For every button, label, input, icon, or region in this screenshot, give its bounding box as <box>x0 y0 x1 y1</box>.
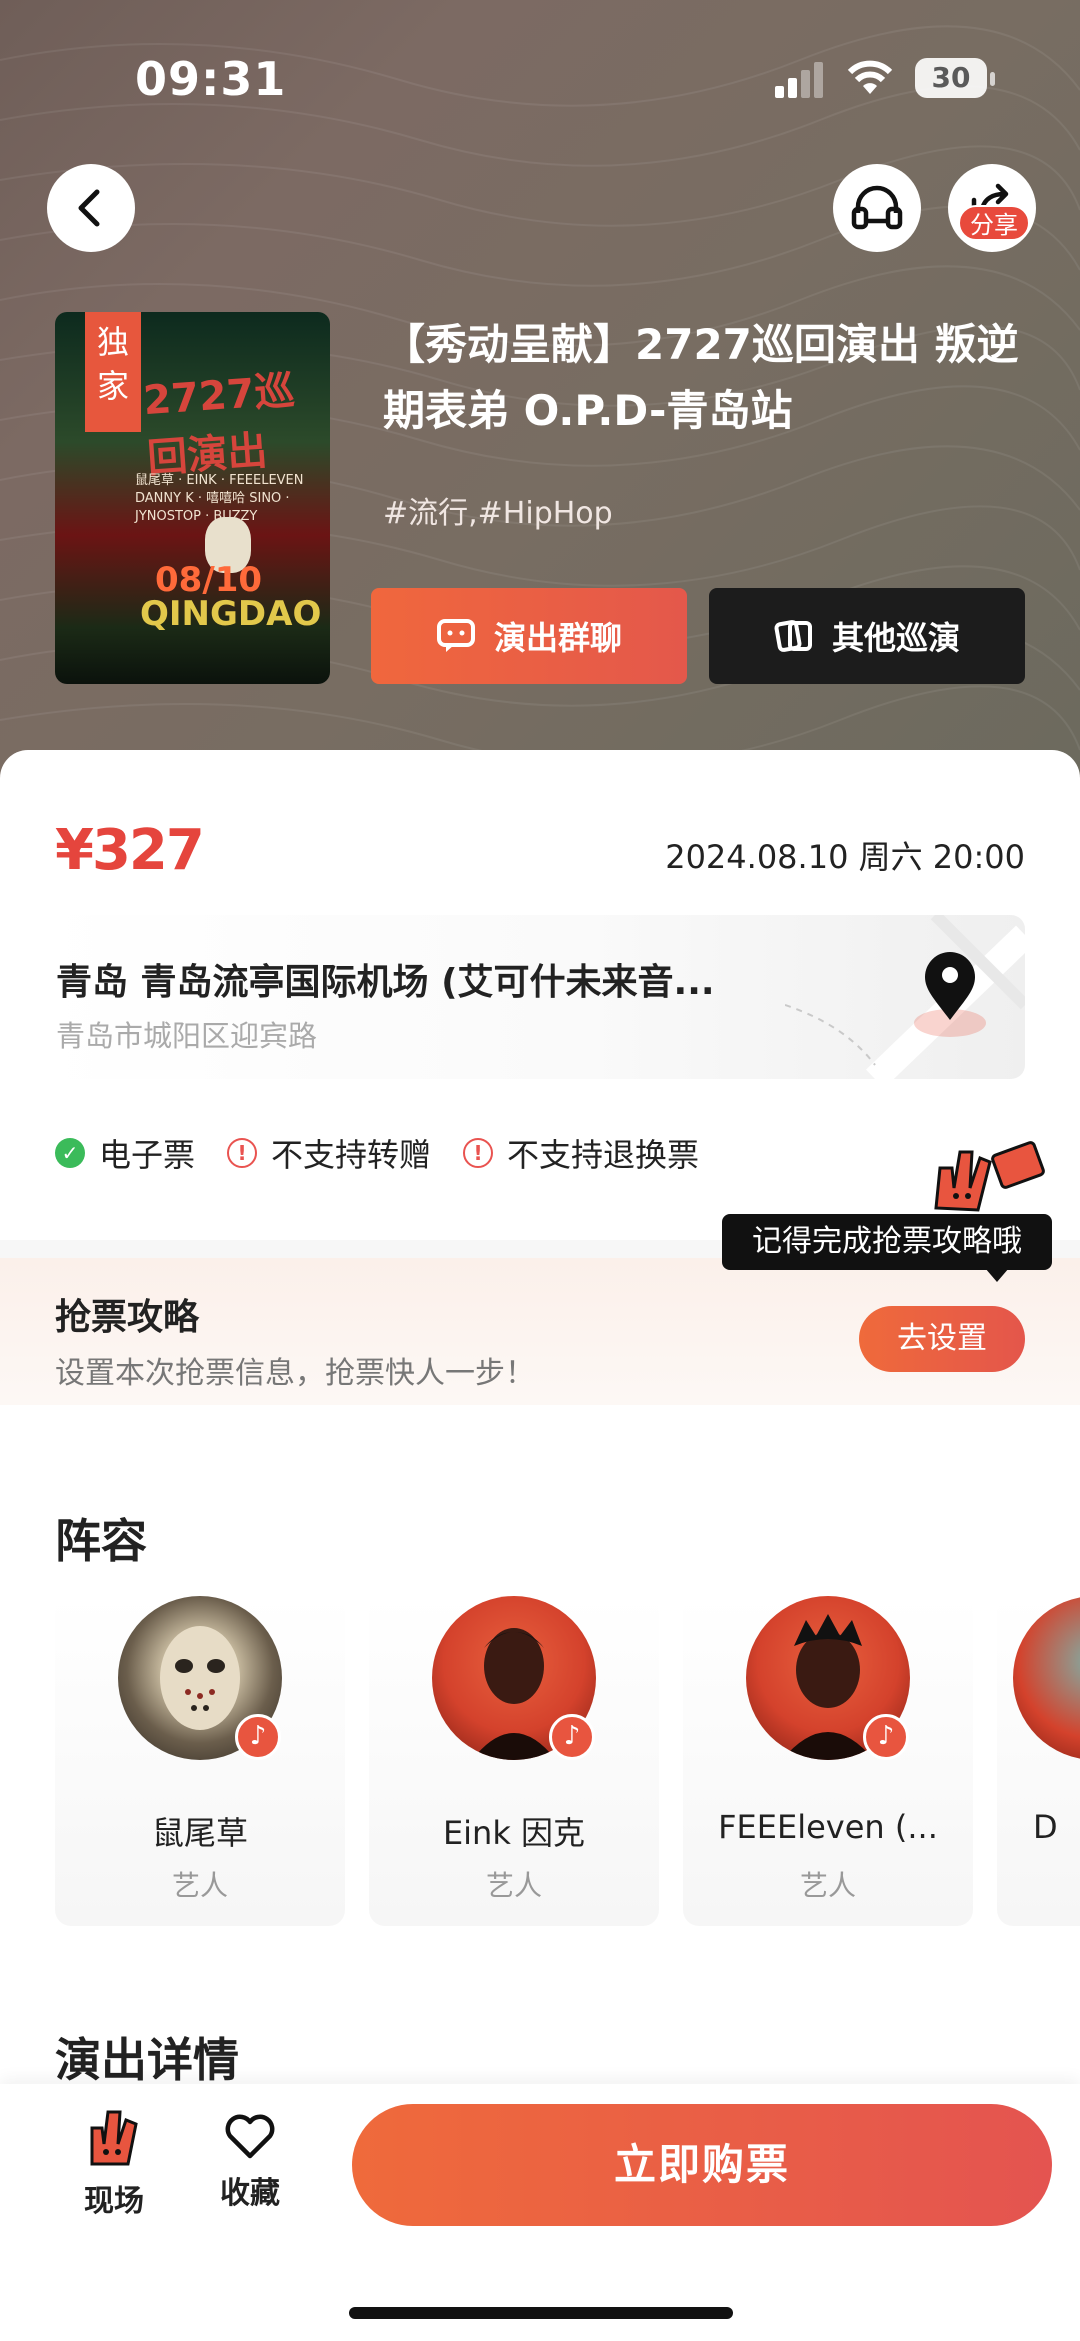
artist-name: D <box>1033 1808 1058 1846</box>
group-chat-button[interactable]: 演出群聊 <box>371 588 687 684</box>
artist-card[interactable]: ♪ Eink 因克 艺人 <box>369 1596 659 1926</box>
live-tab-label: 现场 <box>84 2184 144 2219</box>
badge-no-transfer: ! 不支持转赠 <box>227 1130 431 1176</box>
lineup-title: 阵容 <box>55 1514 147 1568</box>
artist-card[interactable]: ♪ 鼠尾草 艺人 <box>55 1596 345 1926</box>
check-circle-icon: ✓ <box>55 1138 85 1168</box>
artist-card[interactable]: D <box>997 1596 1080 1926</box>
badge-e-ticket: ✓ 电子票 <box>55 1130 195 1176</box>
strategy-tooltip: 记得完成抢票攻略哦 <box>722 1214 1052 1270</box>
battery-indicator: 30 <box>915 58 987 98</box>
lineup-list: ♪ 鼠尾草 艺人 ♪ Eink 因克 艺人 ♪ FEEEleven (... 艺… <box>55 1596 1080 1926</box>
home-indicator <box>349 2307 733 2319</box>
poster-city: QINGDAO <box>140 594 322 634</box>
event-tags: #流行,#HipHop <box>383 496 613 531</box>
music-note-icon: ♪ <box>235 1714 281 1760</box>
poster-title: 2727巡回演出 <box>141 367 297 483</box>
badge-label: 电子票 <box>99 1136 196 1174</box>
music-note-icon: ♪ <box>863 1714 909 1760</box>
wifi-icon <box>847 60 893 94</box>
ticket-mascot-icon <box>934 1141 1045 1212</box>
heart-icon <box>225 2114 275 2159</box>
event-datetime: 2024.08.10 周六 20:00 <box>665 838 1025 876</box>
status-bar: 09:31 30 <box>0 0 1080 160</box>
event-poster[interactable]: 独家 2727巡回演出 鼠尾草 · EINK · FEEELEVEN DANNY… <box>55 312 330 684</box>
artist-role: 艺人 <box>171 1869 228 1902</box>
artist-card[interactable]: ♪ FEEEleven (... 艺人 <box>683 1596 973 1926</box>
warning-circle-icon: ! <box>227 1138 258 1168</box>
strategy-subtitle: 设置本次抢票信息，抢票快人一步！ <box>55 1356 535 1391</box>
tour-cards-icon <box>774 620 812 652</box>
artist-name: 鼠尾草 <box>151 1814 248 1852</box>
map-thumbnail <box>785 915 1025 1079</box>
go-setup-button[interactable]: 去设置 <box>859 1306 1025 1372</box>
avatar <box>1013 1596 1080 1760</box>
chat-icon <box>436 619 475 652</box>
live-tab[interactable]: 现场 <box>78 2104 150 2220</box>
other-tours-button[interactable]: 其他巡演 <box>709 588 1025 684</box>
music-note-icon: ♪ <box>549 1714 595 1760</box>
show-details-title: 演出详情 <box>55 2033 239 2087</box>
back-button[interactable] <box>47 164 135 252</box>
live-mascot-icon <box>90 2110 138 2166</box>
exclusive-tag: 独家 <box>85 312 141 432</box>
buy-now-button[interactable]: 立即购票 <box>352 2104 1052 2226</box>
status-time: 09:31 <box>135 52 287 106</box>
event-title: 【秀动呈献】2727巡回演出 叛逆期表弟 O.P.D-青岛站 <box>383 320 1019 435</box>
ticket-policy-badges: ✓ 电子票 ! 不支持转赠 ! 不支持退换票 <box>55 1130 699 1176</box>
chevron-left-icon <box>78 189 100 227</box>
other-tours-label: 其他巡演 <box>831 619 960 657</box>
badge-label: 不支持退换票 <box>507 1136 700 1174</box>
artist-name: Eink 因克 <box>442 1814 586 1852</box>
venue-name: 青岛 青岛流亭国际机场 (艾可什未来音... <box>56 962 715 1003</box>
customer-service-button[interactable] <box>833 164 921 252</box>
share-label: 分享 <box>958 205 1030 241</box>
headset-icon <box>851 185 903 230</box>
badge-label: 不支持转赠 <box>271 1136 432 1174</box>
group-chat-label: 演出群聊 <box>493 619 622 657</box>
warning-circle-icon: ! <box>463 1138 494 1168</box>
favorite-tab-label: 收藏 <box>220 2176 280 2211</box>
venue-card[interactable]: 青岛 青岛流亭国际机场 (艾可什未来音... 青岛市城阳区迎宾路 <box>40 915 1025 1079</box>
artist-role: 艺人 <box>485 1869 542 1902</box>
artist-name: FEEEleven (... <box>718 1808 938 1846</box>
battery-nub <box>990 72 995 86</box>
strategy-title: 抢票攻略 <box>55 1297 200 1338</box>
artist-role: 艺人 <box>799 1869 856 1902</box>
venue-address: 青岛市城阳区迎宾路 <box>56 1019 318 1053</box>
badge-no-refund: ! 不支持退换票 <box>463 1130 699 1176</box>
bottom-action-bar: 现场 收藏 立即购票 <box>0 2084 1080 2341</box>
cellular-signal-icon <box>775 62 823 98</box>
favorite-tab[interactable]: 收藏 <box>212 2114 288 2212</box>
ticket-price: ¥327 <box>55 818 205 883</box>
tooltip-tail <box>985 1268 1009 1282</box>
